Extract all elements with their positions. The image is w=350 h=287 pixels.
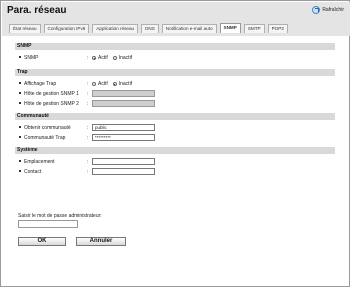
trap-actif-radio[interactable]	[92, 82, 96, 86]
settings-form: SNMP SNMP : Actif Inactif Trap Affichage…	[15, 43, 335, 177]
refresh-button[interactable]: Rafraîchir	[312, 6, 344, 14]
tab-notification-email[interactable]: Notification e-mail auto	[161, 24, 217, 33]
snmp-actif-label: Actif	[98, 55, 108, 61]
tab-configuration-ipv6[interactable]: Configuration IPv6	[43, 24, 90, 33]
snmp-radio-group: Actif Inactif	[92, 54, 135, 62]
refresh-label: Rafraîchir	[322, 7, 344, 13]
refresh-icon	[312, 6, 321, 14]
trap-affichage-label: Affichage Trap	[24, 81, 57, 87]
snmp-host2-label: Hôte de gestion SNMP 2	[24, 101, 79, 107]
trap-inactif-radio[interactable]	[112, 82, 117, 86]
tab-etat-reseau[interactable]: État réseau	[9, 24, 41, 33]
colon: :	[87, 125, 89, 131]
obtenir-communaute-label: Obtenir communauté	[24, 125, 71, 131]
form-buttons: OK Annuler	[18, 237, 126, 246]
colon: :	[87, 91, 89, 97]
trap-affichage-row: Affichage Trap : Actif Inactif	[15, 79, 335, 89]
snmp-row: SNMP : Actif Inactif	[15, 53, 335, 63]
ok-button[interactable]: OK	[18, 237, 66, 246]
page-title: Para. réseau	[7, 5, 67, 16]
bullet-icon	[19, 136, 21, 138]
section-heading-snmp: SNMP	[15, 43, 335, 50]
communaute-trap-label: Communauté Trap	[24, 135, 66, 141]
snmp-label: SNMP	[24, 55, 39, 61]
tab-dns[interactable]: DNS	[141, 24, 159, 33]
obtenir-communaute-row: Obtenir communauté :	[15, 123, 335, 133]
section-heading-trap: Trap	[15, 69, 335, 76]
snmp-inactif-label: Inactif	[118, 55, 133, 61]
admin-password-block: Saisir le mot de passe administrateur:	[18, 213, 102, 231]
emplacement-label: Emplacement	[24, 159, 55, 165]
communaute-trap-input[interactable]	[92, 134, 155, 141]
section-heading-communaute: Communauté	[15, 113, 335, 120]
bullet-icon	[19, 82, 21, 84]
colon: :	[87, 169, 89, 175]
contact-input[interactable]	[92, 168, 155, 175]
colon: :	[87, 81, 89, 87]
snmp-actif-radio[interactable]	[92, 56, 96, 60]
contact-row: Contact :	[15, 167, 335, 177]
colon: :	[87, 55, 89, 61]
contact-label: Contact	[24, 169, 42, 175]
snmp-host1-input[interactable]	[92, 90, 155, 97]
cancel-button[interactable]: Annuler	[76, 237, 126, 246]
trap-host2-row: Hôte de gestion SNMP 2 :	[15, 99, 335, 109]
trap-inactif-label: Inactif	[118, 81, 133, 87]
tab-application-reseau[interactable]: Application réseau	[92, 24, 139, 33]
tab-pop3[interactable]: POP3	[267, 24, 288, 33]
trap-actif-label: Actif	[98, 81, 108, 87]
admin-password-label: Saisir le mot de passe administrateur:	[18, 213, 102, 219]
browser-frame: Para. réseau Rafraîchir État réseau Conf…	[0, 0, 350, 287]
header-bar: Para. réseau Rafraîchir État réseau Conf…	[2, 2, 350, 36]
colon: :	[87, 101, 89, 107]
trap-radio-group: Actif Inactif	[92, 80, 135, 88]
bullet-icon	[19, 170, 21, 172]
snmp-host1-label: Hôte de gestion SNMP 1	[24, 91, 79, 97]
colon: :	[87, 135, 89, 141]
tab-bar: État réseau Configuration IPv6 Applicati…	[9, 23, 288, 33]
snmp-host2-input[interactable]	[92, 100, 155, 107]
tab-snmp[interactable]: SNMP	[219, 23, 241, 33]
admin-password-input[interactable]	[18, 220, 78, 228]
colon: :	[87, 159, 89, 165]
bullet-icon	[19, 126, 21, 128]
tab-smtp[interactable]: SMTP	[243, 24, 265, 33]
emplacement-input[interactable]	[92, 158, 155, 165]
bullet-icon	[19, 92, 21, 94]
communaute-trap-row: Communauté Trap :	[15, 133, 335, 143]
bullet-icon	[19, 102, 21, 104]
snmp-inactif-radio[interactable]	[112, 56, 117, 60]
emplacement-row: Emplacement :	[15, 157, 335, 167]
trap-host1-row: Hôte de gestion SNMP 1 :	[15, 89, 335, 99]
obtenir-communaute-input[interactable]	[92, 124, 155, 131]
bullet-icon	[19, 56, 21, 58]
section-heading-systeme: Système	[15, 147, 335, 154]
bullet-icon	[19, 160, 21, 162]
